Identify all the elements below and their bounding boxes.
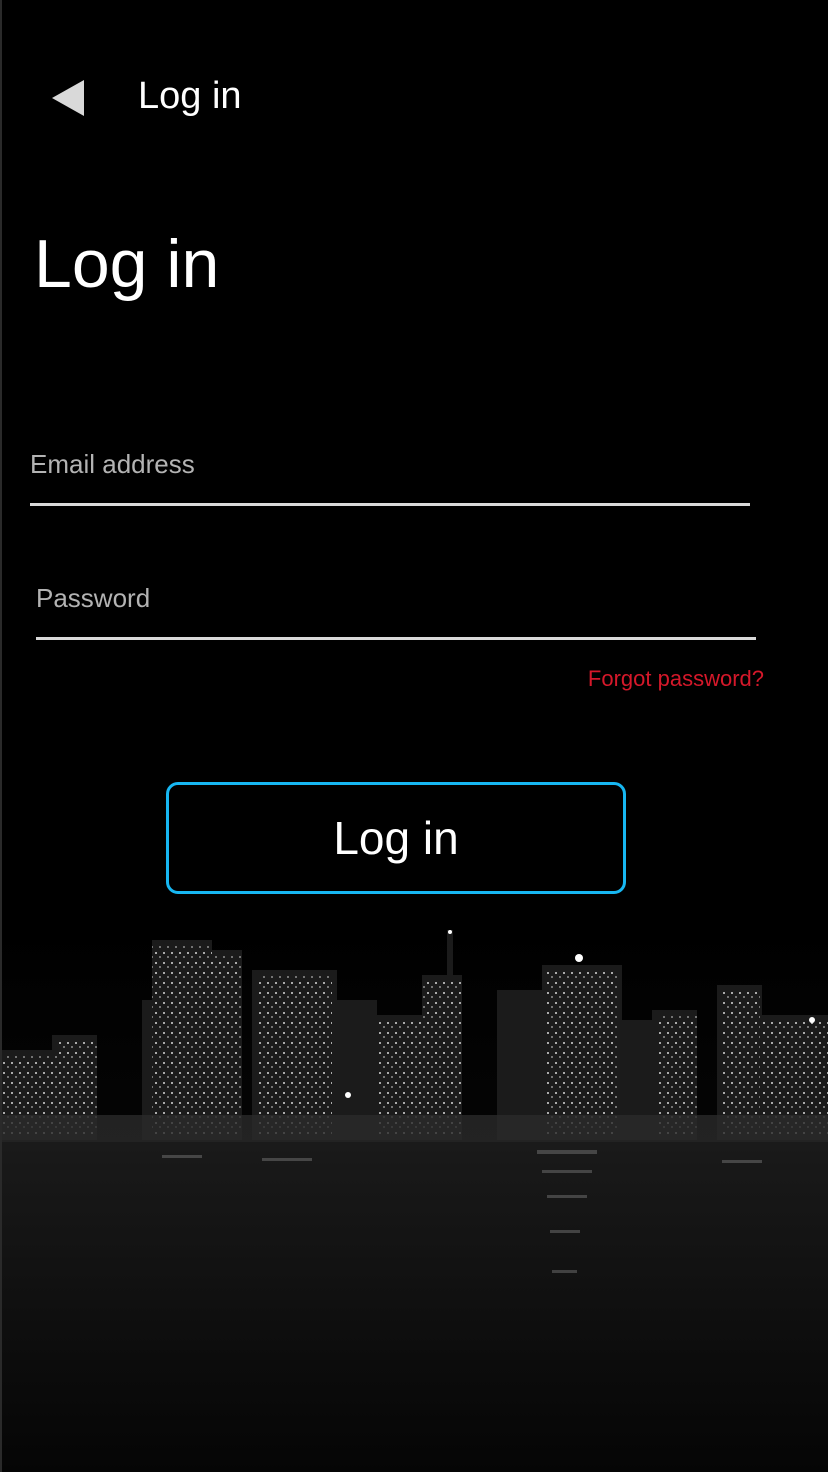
top-bar-title: Log in [138, 75, 242, 117]
password-field[interactable] [36, 570, 756, 634]
page-title: Log in [34, 226, 220, 302]
top-bar: Log in [2, 56, 828, 136]
login-button[interactable]: Log in [166, 782, 626, 894]
city-skyline-background [2, 920, 828, 1472]
back-button[interactable] [40, 70, 96, 126]
password-underline [36, 637, 756, 640]
login-screen: Log in Log in Forgot password? Log in [0, 0, 828, 1472]
back-triangle-icon [52, 80, 84, 116]
password-field-container [36, 570, 756, 640]
forgot-password-link[interactable]: Forgot password? [588, 666, 764, 692]
email-underline [30, 503, 750, 506]
email-field-container [30, 436, 750, 506]
email-field[interactable] [30, 436, 750, 500]
